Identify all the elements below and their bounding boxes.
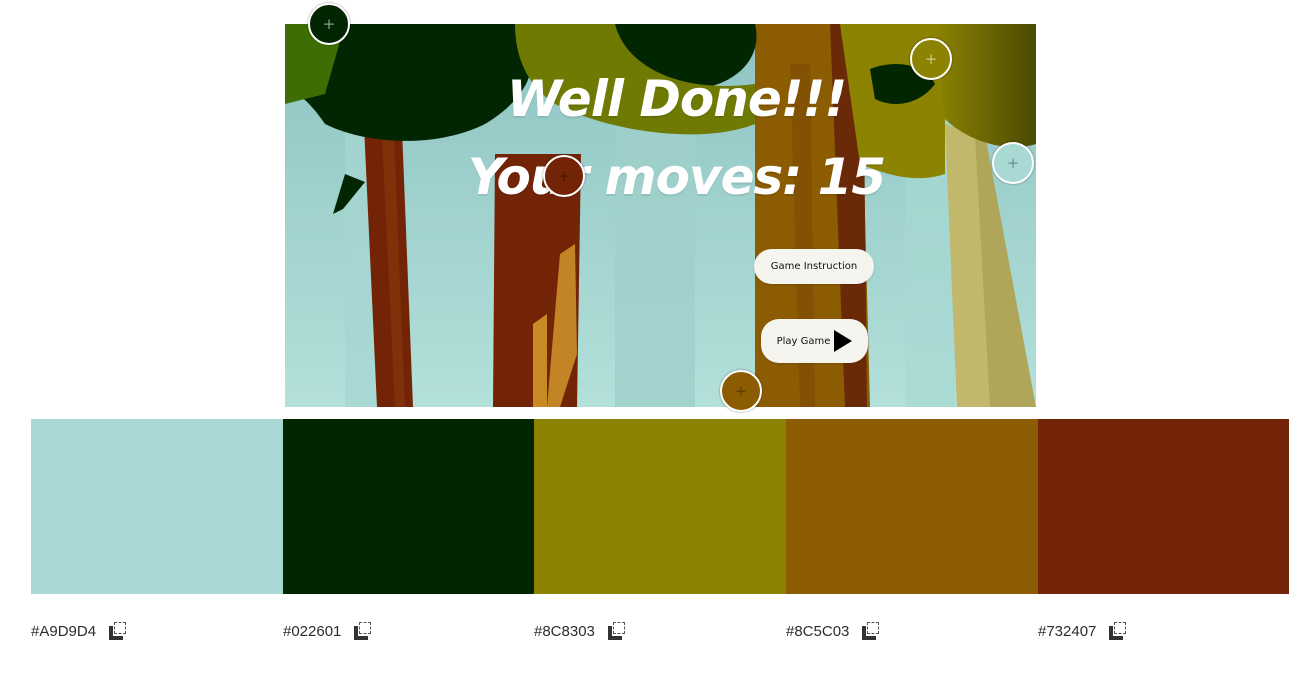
- hex-code-label: #A9D9D4: [31, 622, 97, 640]
- swatch-1[interactable]: [31, 419, 283, 594]
- source-image: Well Done!!! Your moves: 15 Game Instruc…: [285, 24, 1036, 407]
- hex-row-2: #022601: [283, 622, 373, 640]
- plus-icon: +: [557, 167, 571, 185]
- hex-row-4: #8C5C03: [786, 622, 881, 640]
- play-game-label: Play Game: [776, 335, 831, 347]
- hex-code-label: #022601: [283, 622, 342, 640]
- hex-row-3: #8C8303: [534, 622, 627, 640]
- copy-icon[interactable]: [108, 622, 128, 640]
- swatch-3[interactable]: [534, 419, 786, 594]
- marker-brown[interactable]: +: [720, 370, 762, 412]
- copy-icon[interactable]: [607, 622, 627, 640]
- swatch-4[interactable]: [786, 419, 1038, 594]
- plus-icon: +: [924, 50, 938, 68]
- marker-olive[interactable]: +: [910, 38, 952, 80]
- game-instruction-label: Game Instruction: [770, 261, 858, 272]
- hex-code-label: #8C8303: [534, 622, 595, 640]
- game-instruction-button[interactable]: Game Instruction: [754, 249, 874, 284]
- swatch-5[interactable]: [1038, 419, 1289, 594]
- palette-extractor-page: Well Done!!! Your moves: 15 Game Instruc…: [0, 0, 1309, 688]
- play-game-button[interactable]: Play Game: [761, 319, 868, 363]
- play-icon: [834, 330, 853, 352]
- marker-light-teal[interactable]: +: [992, 142, 1034, 184]
- hex-row-1: #A9D9D4: [31, 622, 128, 640]
- copy-icon[interactable]: [353, 622, 373, 640]
- marker-rust[interactable]: +: [543, 155, 585, 197]
- hex-code-label: #8C5C03: [786, 622, 850, 640]
- hex-code-label: #732407: [1038, 622, 1097, 640]
- plus-icon: +: [1006, 154, 1020, 172]
- swatch-2[interactable]: [283, 419, 534, 594]
- hex-row-5: #732407: [1038, 622, 1128, 640]
- copy-icon[interactable]: [861, 622, 881, 640]
- plus-icon: +: [734, 382, 748, 400]
- moves-count-text: Your moves: 15: [467, 148, 886, 206]
- plus-icon: +: [322, 15, 336, 33]
- copy-icon[interactable]: [1108, 622, 1128, 640]
- marker-dark-green[interactable]: +: [308, 3, 350, 45]
